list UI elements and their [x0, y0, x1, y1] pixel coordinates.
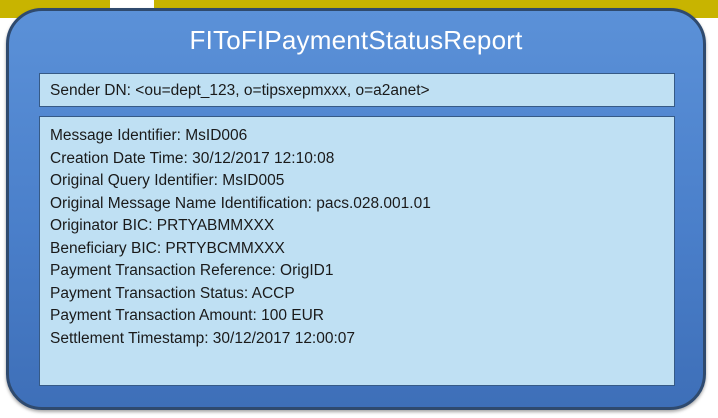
- sender-dn-text: Sender DN: <ou=dept_123, o=tipsxepmxxx, …: [50, 82, 430, 99]
- field-settlement-timestamp: Settlement Timestamp: 30/12/2017 12:00:0…: [50, 329, 356, 347]
- fields-panel: Message Identifier: MsID006 Creation Dat…: [39, 116, 675, 386]
- field-payment-transaction-status: Payment Transaction Status: ACCP: [50, 284, 295, 302]
- field-original-query-identifier: Original Query Identifier: MsID005: [50, 172, 285, 189]
- field-beneficiary-bic: Beneficiary BIC: PRTYBCMMXXX: [50, 239, 285, 257]
- message-title: FIToFIPaymentStatusReport: [189, 25, 523, 55]
- field-payment-transaction-amount: Payment Transaction Amount: 100 EUR: [50, 307, 324, 324]
- sender-panel: Sender DN: <ou=dept_123, o=tipsxepmxxx, …: [39, 73, 675, 107]
- field-original-message-name-identification: Original Message Name Identification: pa…: [50, 194, 431, 212]
- message-card: FIToFIPaymentStatusReport Sender DN: <ou…: [6, 8, 706, 410]
- field-message-identifier: Message Identifier: MsID006: [50, 127, 248, 144]
- field-originator-bic: Originator BIC: PRTYABMMXXX: [50, 217, 275, 234]
- field-creation-date-time: Creation Date Time: 30/12/2017 12:10:08: [50, 149, 335, 167]
- field-payment-transaction-reference: Payment Transaction Reference: OrigID1: [50, 262, 334, 279]
